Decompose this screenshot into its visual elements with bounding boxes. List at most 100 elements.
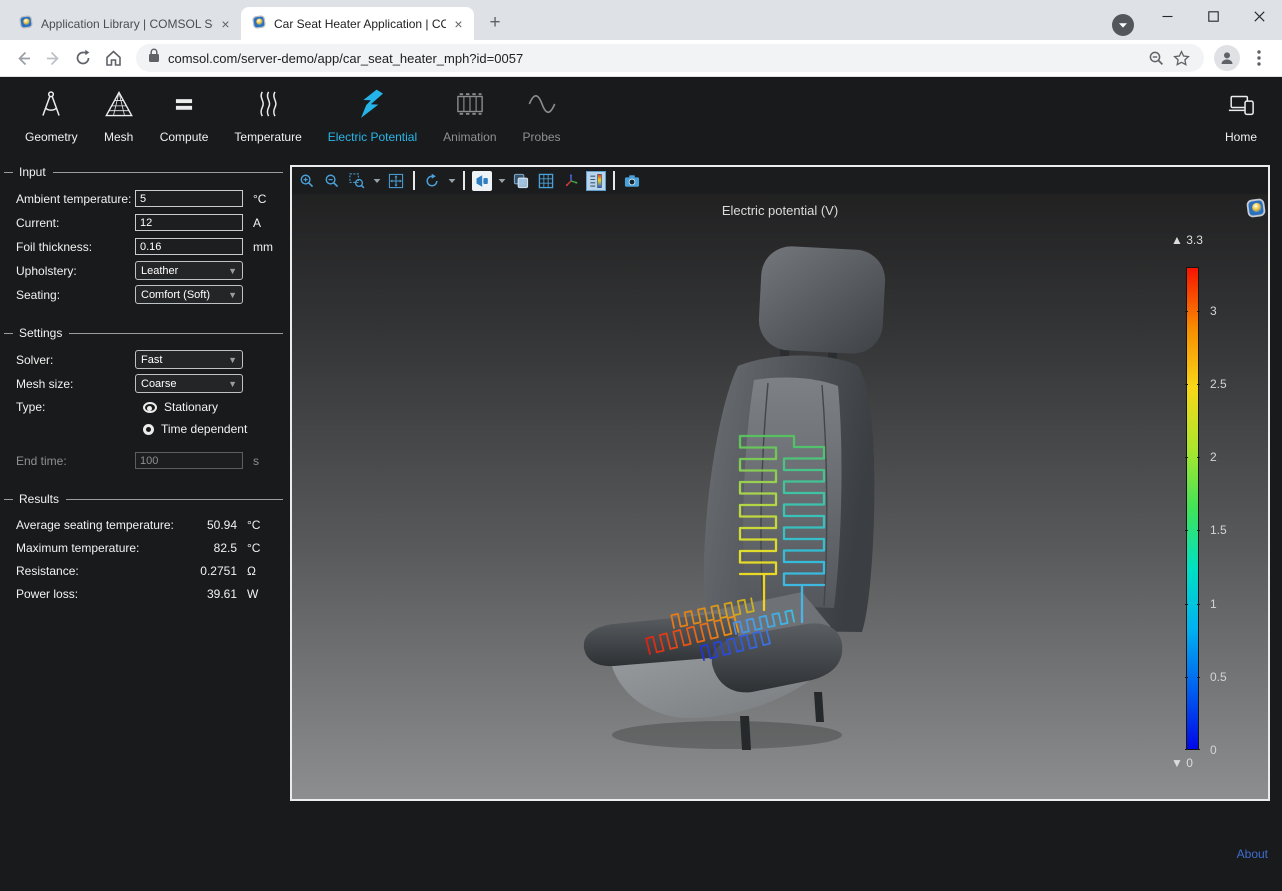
field-row: Solver:Fast▼ (16, 348, 281, 371)
browser-tab-application-library[interactable]: Application Library | COMSOL Se × (8, 7, 241, 40)
comsol-favicon-icon (18, 14, 34, 33)
graphics-panel: Electric potential (V) (290, 165, 1270, 801)
address-bar[interactable]: comsol.com/server-demo/app/car_seat_heat… (136, 44, 1204, 72)
axes-icon[interactable] (561, 171, 581, 191)
tab-close-icon[interactable]: × (450, 15, 467, 32)
rotate-icon[interactable] (422, 171, 442, 191)
field-row: Ambient temperature:°C (16, 187, 281, 210)
mesh-size-dropdown[interactable]: Coarse▼ (135, 374, 243, 393)
radio-unselected-icon[interactable] (143, 424, 154, 435)
dropdown-icon[interactable] (447, 171, 456, 191)
colorbar-tick-label: 2.5 (1210, 377, 1227, 391)
zoom-indicator-icon[interactable] (1144, 43, 1168, 73)
parameter-sidebar: InputAmbient temperature:°CCurrent:AFoil… (0, 155, 289, 891)
result-unit: °C (247, 518, 263, 532)
radio-selected-icon[interactable] (143, 402, 157, 413)
lock-icon[interactable] (148, 48, 160, 68)
seating-dropdown[interactable]: Comfort (Soft)▼ (135, 285, 243, 304)
ribbon-button-label: Animation (443, 130, 496, 144)
zoom-box-icon[interactable] (347, 171, 367, 191)
solver-dropdown[interactable]: Fast▼ (135, 350, 243, 369)
ribbon-button-animation[interactable]: Animation (430, 77, 509, 155)
close-icon[interactable] (1236, 0, 1282, 33)
heat-waves-icon (253, 89, 283, 124)
camera-icon[interactable] (622, 171, 642, 191)
back-icon[interactable] (8, 43, 38, 73)
ribbon-button-mesh[interactable]: Mesh (91, 77, 147, 155)
foil-thickness-input[interactable] (135, 238, 243, 255)
film-strip-icon (455, 89, 485, 124)
result-value: 0.2751 (175, 564, 237, 578)
transparency-icon[interactable] (511, 171, 531, 191)
url-text[interactable]: comsol.com/server-demo/app/car_seat_heat… (168, 51, 1144, 66)
new-tab-button[interactable]: + (482, 10, 508, 36)
about-link[interactable]: About (1237, 847, 1268, 861)
dropdown-icon[interactable] (497, 171, 506, 191)
zoom-in-icon[interactable] (297, 171, 317, 191)
ribbon-button-probes[interactable]: Probes (510, 77, 574, 155)
ribbon-button-home[interactable]: Home (1212, 77, 1270, 155)
colorbar-tick-mark (1197, 457, 1200, 458)
current-input[interactable] (135, 214, 243, 231)
minimize-icon[interactable] (1144, 0, 1190, 33)
field-row: Mesh size:Coarse▼ (16, 372, 281, 395)
ribbon-button-geometry[interactable]: Geometry (12, 77, 91, 155)
result-row-power-loss: Power loss:39.61W (16, 583, 263, 605)
graphics-canvas[interactable]: Electric potential (V) (292, 194, 1268, 799)
field-unit: °C (253, 192, 266, 206)
profile-avatar-icon[interactable] (1214, 45, 1240, 71)
grid-icon[interactable] (536, 171, 556, 191)
colorbar-tick-mark (1185, 749, 1188, 750)
dropdown-value: Fast (141, 354, 162, 366)
home-icon[interactable] (98, 43, 128, 73)
menu-dots-icon[interactable] (1244, 43, 1274, 73)
type-radio-group: Type:StationaryTime dependent (0, 396, 289, 440)
dropdown-icon[interactable] (372, 171, 381, 191)
color-legend-icon[interactable] (586, 171, 606, 191)
comsol-logo-icon (1245, 197, 1267, 219)
maximize-icon[interactable] (1190, 0, 1236, 33)
colorbar-tick-label: 1.5 (1210, 523, 1227, 537)
ribbon-button-temperature[interactable]: Temperature (221, 77, 314, 155)
result-row-maximum-temperature: Maximum temperature:82.5°C (16, 537, 263, 559)
seat-body (584, 245, 887, 750)
field-label: Foil thickness: (16, 240, 135, 254)
result-unit: Ω (247, 564, 263, 578)
comsol-favicon-icon (251, 14, 267, 33)
scene-light-icon[interactable] (472, 171, 492, 191)
browser-tab-car-seat-heater[interactable]: Car Seat Heater Application | CO × (241, 7, 474, 40)
car-seat-3d-model[interactable] (562, 230, 1002, 790)
browser-window: Application Library | COMSOL Se × Car Se… (0, 0, 1282, 891)
ribbon-button-compute[interactable]: Compute (147, 77, 222, 155)
media-controls-icon[interactable] (1112, 14, 1134, 36)
zoom-extents-icon[interactable] (386, 171, 406, 191)
colorbar-min-marker: ▼ 0 (1171, 756, 1193, 770)
radio-label: Time dependent (161, 422, 247, 436)
section-rule (66, 499, 283, 500)
field-row: Upholstery:Leather▼ (16, 259, 281, 282)
dropdown-value: Leather (141, 265, 178, 277)
colorbar-tick-mark (1185, 677, 1188, 678)
chevron-down-icon: ▼ (228, 290, 237, 300)
colorbar-tick-mark (1197, 530, 1200, 531)
upholstery-dropdown[interactable]: Leather▼ (135, 261, 243, 280)
section-header-input: Input (4, 165, 283, 179)
comsol-app: Geometry Mesh ComputeTemperatureElectric P… (0, 77, 1282, 891)
colorbar-tick-mark (1197, 749, 1200, 750)
zoom-out-icon[interactable] (322, 171, 342, 191)
ambient-temperature-input[interactable] (135, 190, 243, 207)
reload-icon[interactable] (68, 43, 98, 73)
radio-option-stationary[interactable]: Stationary (143, 396, 289, 418)
result-label: Power loss: (16, 587, 175, 601)
forward-icon[interactable] (38, 43, 68, 73)
ribbon-button-electric-potential[interactable]: Electric Potential (315, 77, 430, 155)
star-icon[interactable] (1168, 43, 1194, 73)
ribbon-button-label: Home (1225, 130, 1257, 144)
chevron-down-icon: ▼ (228, 379, 237, 389)
result-unit: W (247, 587, 263, 601)
field-unit: mm (253, 240, 273, 254)
ribbon-button-label: Mesh (104, 130, 133, 144)
section-rule (53, 172, 283, 173)
radio-option-time-dependent[interactable]: Time dependent (143, 418, 289, 440)
tab-close-icon[interactable]: × (217, 15, 234, 32)
